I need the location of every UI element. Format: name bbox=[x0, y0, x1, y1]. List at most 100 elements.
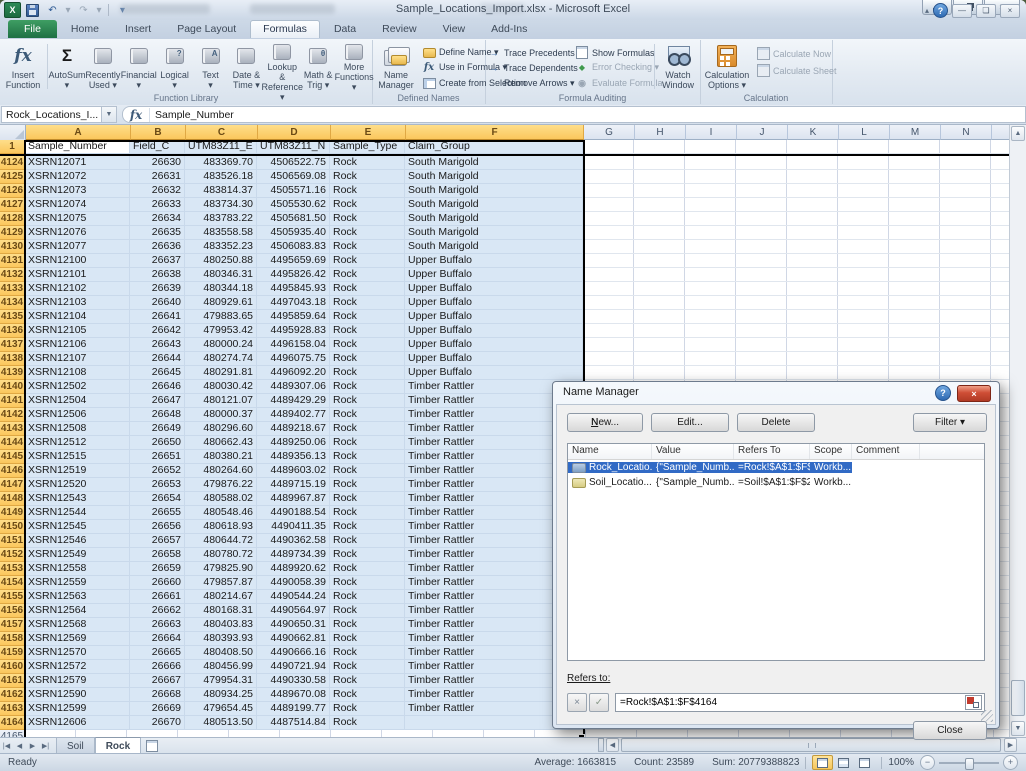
name-row[interactable]: Rock_Locatio...{"Sample_Numb...=Rock!$A$… bbox=[568, 460, 984, 475]
grid-cell[interactable]: South Marigold bbox=[405, 170, 583, 184]
grid-cell[interactable]: Rock bbox=[330, 534, 405, 548]
vertical-scroll-thumb[interactable] bbox=[1011, 680, 1025, 716]
grid-cell[interactable]: Field_C bbox=[130, 140, 185, 154]
name-row[interactable]: Soil_Locatio...{"Sample_Numb...=Soil!$A$… bbox=[568, 475, 984, 490]
date-button[interactable]: Date &Time ▾ bbox=[228, 42, 264, 91]
calculate-now-button[interactable]: Calculate Now bbox=[754, 45, 839, 62]
grid-cell[interactable]: 4505935.40 bbox=[257, 226, 330, 240]
grid-cell[interactable]: 4490362.58 bbox=[257, 534, 330, 548]
grid-cell[interactable]: 483814.37 bbox=[185, 184, 257, 198]
grid-cell[interactable]: 480250.88 bbox=[185, 254, 257, 268]
grid-cell[interactable]: XSRN12544 bbox=[25, 506, 130, 520]
grid-cell[interactable]: 480780.72 bbox=[185, 548, 257, 562]
grid-cell[interactable]: XSRN12606 bbox=[25, 716, 130, 730]
grid-cell[interactable]: 26633 bbox=[130, 198, 185, 212]
select-all-corner[interactable] bbox=[0, 125, 26, 141]
grid-cell[interactable]: XSRN12572 bbox=[25, 660, 130, 674]
grid-cell[interactable]: XSRN12570 bbox=[25, 646, 130, 660]
grid-cell[interactable]: XSRN12520 bbox=[25, 478, 130, 492]
grid-cell[interactable]: Rock bbox=[330, 520, 405, 534]
grid-cell[interactable]: 480644.72 bbox=[185, 534, 257, 548]
tab-home[interactable]: Home bbox=[59, 20, 111, 38]
grid-cell[interactable]: 479953.42 bbox=[185, 324, 257, 338]
grid-cell[interactable]: Rock bbox=[330, 506, 405, 520]
grid-cell[interactable]: XSRN12590 bbox=[25, 688, 130, 702]
collapse-ribbon-icon[interactable]: ▴ bbox=[925, 6, 929, 15]
list-column-header-name[interactable]: Name bbox=[568, 444, 652, 459]
grid-cell[interactable]: 26668 bbox=[130, 688, 185, 702]
grid-cell[interactable]: XSRN12512 bbox=[25, 436, 130, 450]
grid-cell[interactable]: Upper Buffalo bbox=[405, 296, 583, 310]
grid-cell[interactable]: 26661 bbox=[130, 590, 185, 604]
grid-cell[interactable]: 26635 bbox=[130, 226, 185, 240]
column-header-K[interactable]: K bbox=[788, 125, 839, 140]
grid-cell[interactable]: 480548.46 bbox=[185, 506, 257, 520]
workbook-restore-icon[interactable]: ❏ bbox=[976, 4, 996, 18]
grid-cell[interactable]: 479857.87 bbox=[185, 576, 257, 590]
grid-cell[interactable]: Rock bbox=[330, 408, 405, 422]
grid-cell[interactable]: 4497043.18 bbox=[257, 296, 330, 310]
help-icon[interactable]: ? bbox=[933, 3, 948, 18]
column-header-I[interactable]: I bbox=[686, 125, 737, 140]
sheet-tab-rock[interactable]: Rock bbox=[95, 737, 141, 754]
row-header[interactable]: 4134 bbox=[0, 296, 25, 310]
grid-cell[interactable]: 4490188.54 bbox=[257, 506, 330, 520]
column-header-D[interactable]: D bbox=[258, 125, 331, 140]
row-header[interactable]: 4149 bbox=[0, 506, 25, 520]
row-header[interactable]: 4151 bbox=[0, 534, 25, 548]
dialog-help-icon[interactable]: ? bbox=[935, 385, 951, 401]
grid-cell[interactable]: UTM83Z11_N bbox=[257, 140, 330, 154]
cancel-edit-icon[interactable]: × bbox=[567, 693, 587, 712]
workbook-close-icon[interactable]: × bbox=[1000, 4, 1020, 18]
grid-cell[interactable]: XSRN12506 bbox=[25, 408, 130, 422]
grid-cell[interactable]: Rock bbox=[330, 422, 405, 436]
grid-cell[interactable]: XSRN12515 bbox=[25, 450, 130, 464]
prev-sheet-icon[interactable]: ◀ bbox=[13, 738, 26, 754]
grid-cell[interactable]: XSRN12563 bbox=[25, 590, 130, 604]
grid-cell[interactable]: 26642 bbox=[130, 324, 185, 338]
grid-cell[interactable]: 26657 bbox=[130, 534, 185, 548]
view-page-break-icon[interactable] bbox=[854, 755, 875, 770]
zoom-out-icon[interactable]: − bbox=[920, 755, 935, 770]
grid-cell[interactable]: XSRN12508 bbox=[25, 422, 130, 436]
grid-cell[interactable]: 480618.93 bbox=[185, 520, 257, 534]
lookup-button[interactable]: Lookup &Reference ▾ bbox=[264, 42, 300, 91]
zoom-slider[interactable] bbox=[939, 762, 999, 764]
grid-cell[interactable]: 483783.22 bbox=[185, 212, 257, 226]
list-column-header-comment[interactable]: Comment bbox=[852, 444, 920, 459]
vertical-scrollbar[interactable]: ▲ ▼ bbox=[1009, 125, 1026, 737]
grid-cell[interactable]: 480393.93 bbox=[185, 632, 257, 646]
grid-cell[interactable]: 26644 bbox=[130, 352, 185, 366]
first-sheet-icon[interactable]: |◀ bbox=[0, 738, 13, 754]
tab-add-ins[interactable]: Add-Ins bbox=[479, 20, 539, 38]
grid-cell[interactable]: 480214.67 bbox=[185, 590, 257, 604]
grid-cell[interactable]: 479883.65 bbox=[185, 310, 257, 324]
grid-cell[interactable]: 26665 bbox=[130, 646, 185, 660]
grid-cell[interactable]: Rock bbox=[330, 282, 405, 296]
evaluate-formula-button[interactable]: ◉Evaluate Formula bbox=[573, 76, 653, 91]
grid-cell[interactable]: Rock bbox=[330, 702, 405, 716]
row-header[interactable]: 4150 bbox=[0, 520, 25, 534]
row-header[interactable]: 4124 bbox=[0, 156, 25, 170]
grid-cell[interactable]: 26639 bbox=[130, 282, 185, 296]
trace-dependents-button[interactable]: →Trace Dependents bbox=[485, 60, 573, 75]
grid-cell[interactable]: 480291.81 bbox=[185, 366, 257, 380]
tab-review[interactable]: Review bbox=[370, 20, 428, 38]
list-column-header-value[interactable]: Value bbox=[652, 444, 734, 459]
grid-cell[interactable]: 26670 bbox=[130, 716, 185, 730]
grid-cell[interactable]: Sample_Type bbox=[330, 140, 405, 154]
grid-cell[interactable]: 26662 bbox=[130, 604, 185, 618]
row-header[interactable]: 4147 bbox=[0, 478, 25, 492]
tab-file[interactable]: File bbox=[8, 20, 57, 38]
grid-cell[interactable]: 26637 bbox=[130, 254, 185, 268]
grid-cell[interactable]: Upper Buffalo bbox=[405, 338, 583, 352]
grid-cell[interactable]: 479654.45 bbox=[185, 702, 257, 716]
grid-cell[interactable]: XSRN12074 bbox=[25, 198, 130, 212]
dialog-close-button[interactable]: Close bbox=[913, 721, 987, 740]
row-header[interactable]: 4142 bbox=[0, 408, 25, 422]
dialog-close-icon[interactable]: × bbox=[957, 385, 991, 402]
grid-cell[interactable]: Rock bbox=[330, 464, 405, 478]
grid-cell[interactable]: XSRN12102 bbox=[25, 282, 130, 296]
row-header[interactable]: 4126 bbox=[0, 184, 25, 198]
row-header[interactable]: 4139 bbox=[0, 366, 25, 380]
